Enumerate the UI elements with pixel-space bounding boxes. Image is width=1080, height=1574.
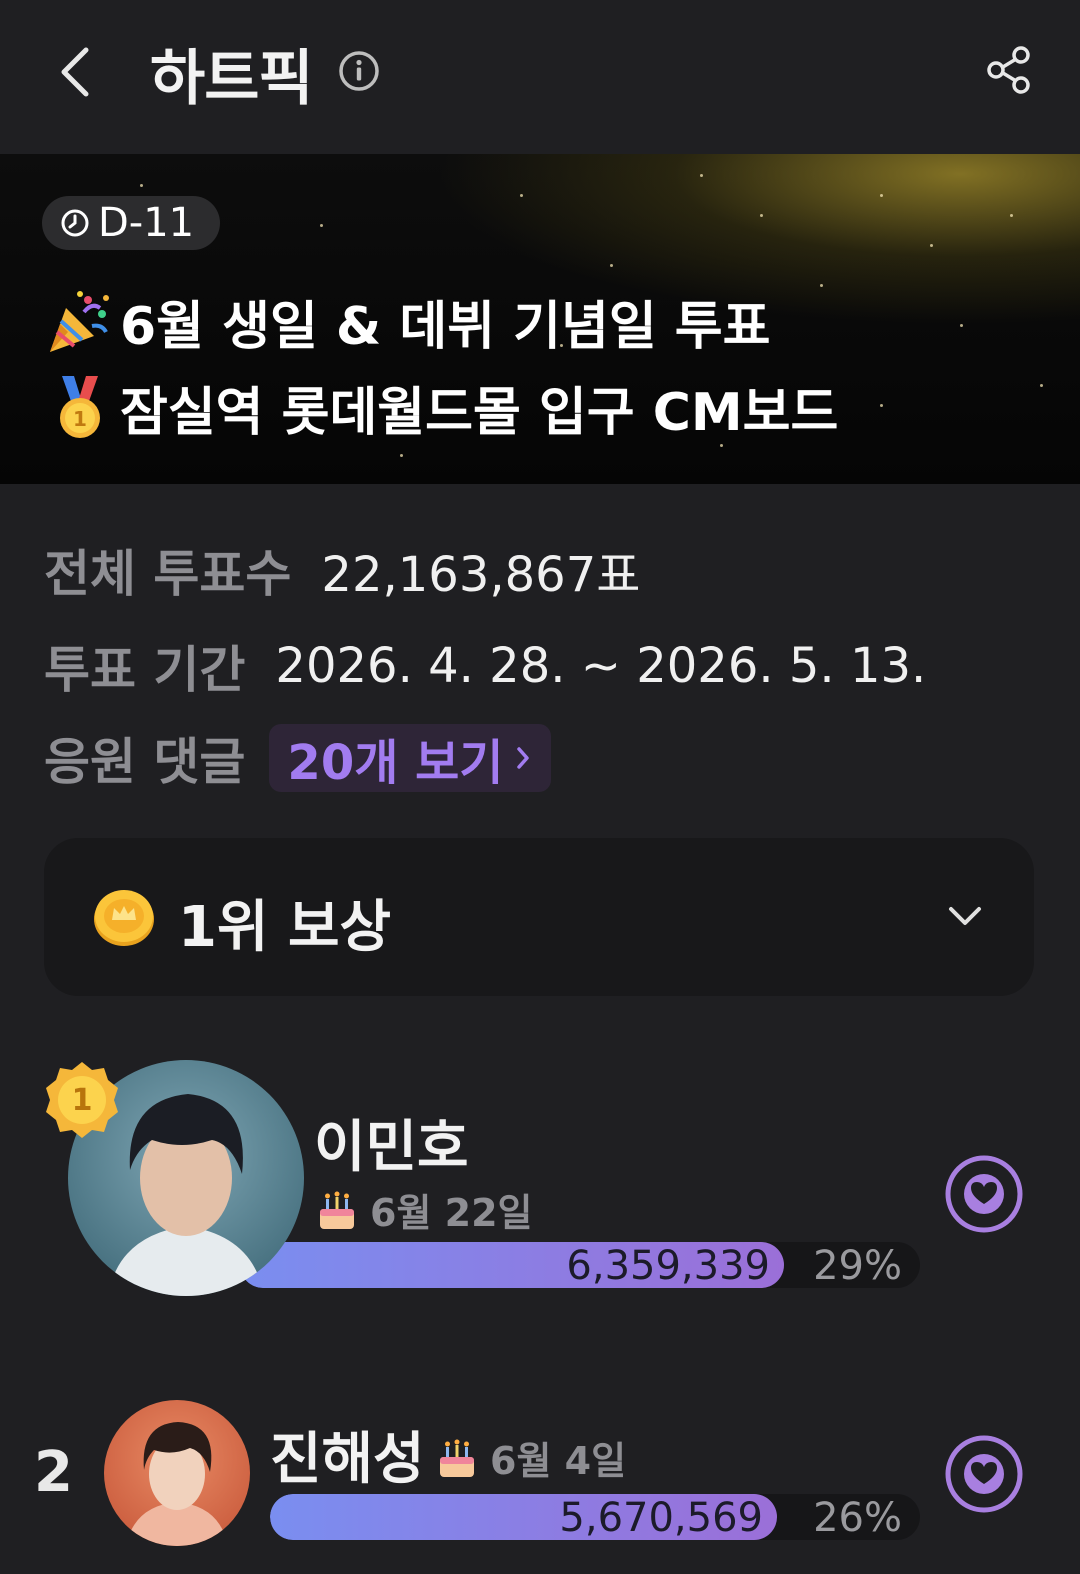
cake-icon xyxy=(440,1439,474,1477)
star-dot xyxy=(700,174,703,177)
dday-badge: D-11 xyxy=(42,196,221,250)
svg-text:1: 1 xyxy=(72,1083,93,1118)
share-icon[interactable] xyxy=(984,44,1034,96)
candidate-row: 6,359,339 29% 1 이민호 6월 22일 xyxy=(0,1058,1080,1298)
view-comments-button[interactable]: 20개 보기 xyxy=(269,724,552,792)
star-dot xyxy=(520,194,523,197)
star-dot xyxy=(320,224,323,227)
banner-title: 6월 생일 & 데뷔 기념일 투표 xyxy=(44,284,770,359)
star-dot xyxy=(140,184,143,187)
total-votes-row: 전체 투표수 22,163,867표 xyxy=(44,534,640,606)
star-dot xyxy=(880,404,883,407)
chevron-right-icon xyxy=(517,747,530,769)
vote-period-row: 투표 기간 2026. 4. 28. ~ 2026. 5. 13. xyxy=(44,630,926,702)
rank-1-medal-icon: 1 xyxy=(46,1062,118,1138)
candidate-name: 이민호 xyxy=(314,1115,469,1180)
coin-icon xyxy=(94,890,154,946)
vote-percent: 26% xyxy=(813,1495,902,1540)
candidate-name: 진해성 xyxy=(270,1427,425,1492)
birthday-date: 6월 4일 xyxy=(490,1439,627,1483)
info-icon[interactable] xyxy=(338,50,380,92)
vote-bar: 5,670,569 26% xyxy=(270,1494,920,1540)
heart-vote-icon[interactable] xyxy=(944,1154,1024,1234)
vote-count: 6,359,339 xyxy=(566,1243,770,1288)
page-title: 하트픽 xyxy=(150,44,314,114)
view-comments-label: 20개 보기 xyxy=(287,735,504,791)
total-votes-value: 22,163,867표 xyxy=(321,547,641,603)
banner-subtitle-text: 잠실역 롯데월드몰 입구 CM보드 xyxy=(120,383,839,443)
star-dot xyxy=(960,324,963,327)
candidate-row: 2 진해성 6월 4일 5,670,569 26% xyxy=(0,1398,1080,1574)
svg-text:1: 1 xyxy=(73,407,87,431)
dday-label: D-11 xyxy=(98,200,195,246)
comments-row: 응원 댓글 20개 보기 xyxy=(44,722,552,794)
avatar[interactable] xyxy=(104,1400,250,1546)
total-votes-label: 전체 투표수 xyxy=(44,545,292,603)
vote-count: 5,670,569 xyxy=(559,1495,763,1540)
heart-vote-icon[interactable] xyxy=(944,1434,1024,1514)
star-dot xyxy=(820,284,823,287)
vote-percent: 29% xyxy=(813,1243,902,1288)
chevron-left-icon[interactable] xyxy=(50,40,106,104)
star-dot xyxy=(760,214,763,217)
star-dot xyxy=(1010,214,1013,217)
star-dot xyxy=(400,454,403,457)
vote-bar: 6,359,339 29% xyxy=(240,1242,920,1288)
rank-number: 2 xyxy=(34,1440,73,1505)
reward-title: 1위 보상 xyxy=(178,895,392,960)
vote-period-value: 2026. 4. 28. ~ 2026. 5. 13. xyxy=(275,638,927,694)
banner-subtitle: 1 잠실역 롯데월드몰 입구 CM보드 xyxy=(44,370,838,445)
birthday: 6월 22일 xyxy=(314,1182,532,1237)
party-popper-icon xyxy=(50,290,109,352)
banner-title-text: 6월 생일 & 데뷔 기념일 투표 xyxy=(120,297,771,357)
star-dot xyxy=(1040,384,1043,387)
star-dot xyxy=(930,244,933,247)
gold-medal-icon: 1 xyxy=(60,375,100,438)
birthday-date: 6월 22일 xyxy=(370,1191,533,1235)
comments-label: 응원 댓글 xyxy=(44,733,246,791)
cake-icon xyxy=(320,1191,354,1229)
star-dot xyxy=(880,194,883,197)
birthday: 6월 4일 xyxy=(434,1430,626,1485)
avatar-image xyxy=(104,1400,250,1546)
vote-period-label: 투표 기간 xyxy=(44,641,246,699)
star-dot xyxy=(610,264,613,267)
top-bar: 하트픽 xyxy=(0,0,1080,154)
event-banner: D-11 6월 생일 & 데뷔 기념일 투표 1 잠실역 롯데월드몰 입구 CM… xyxy=(0,154,1080,484)
chevron-down-icon[interactable] xyxy=(946,902,984,930)
clock-icon xyxy=(61,209,89,237)
reward-card[interactable]: 1위 보상 xyxy=(44,838,1034,996)
